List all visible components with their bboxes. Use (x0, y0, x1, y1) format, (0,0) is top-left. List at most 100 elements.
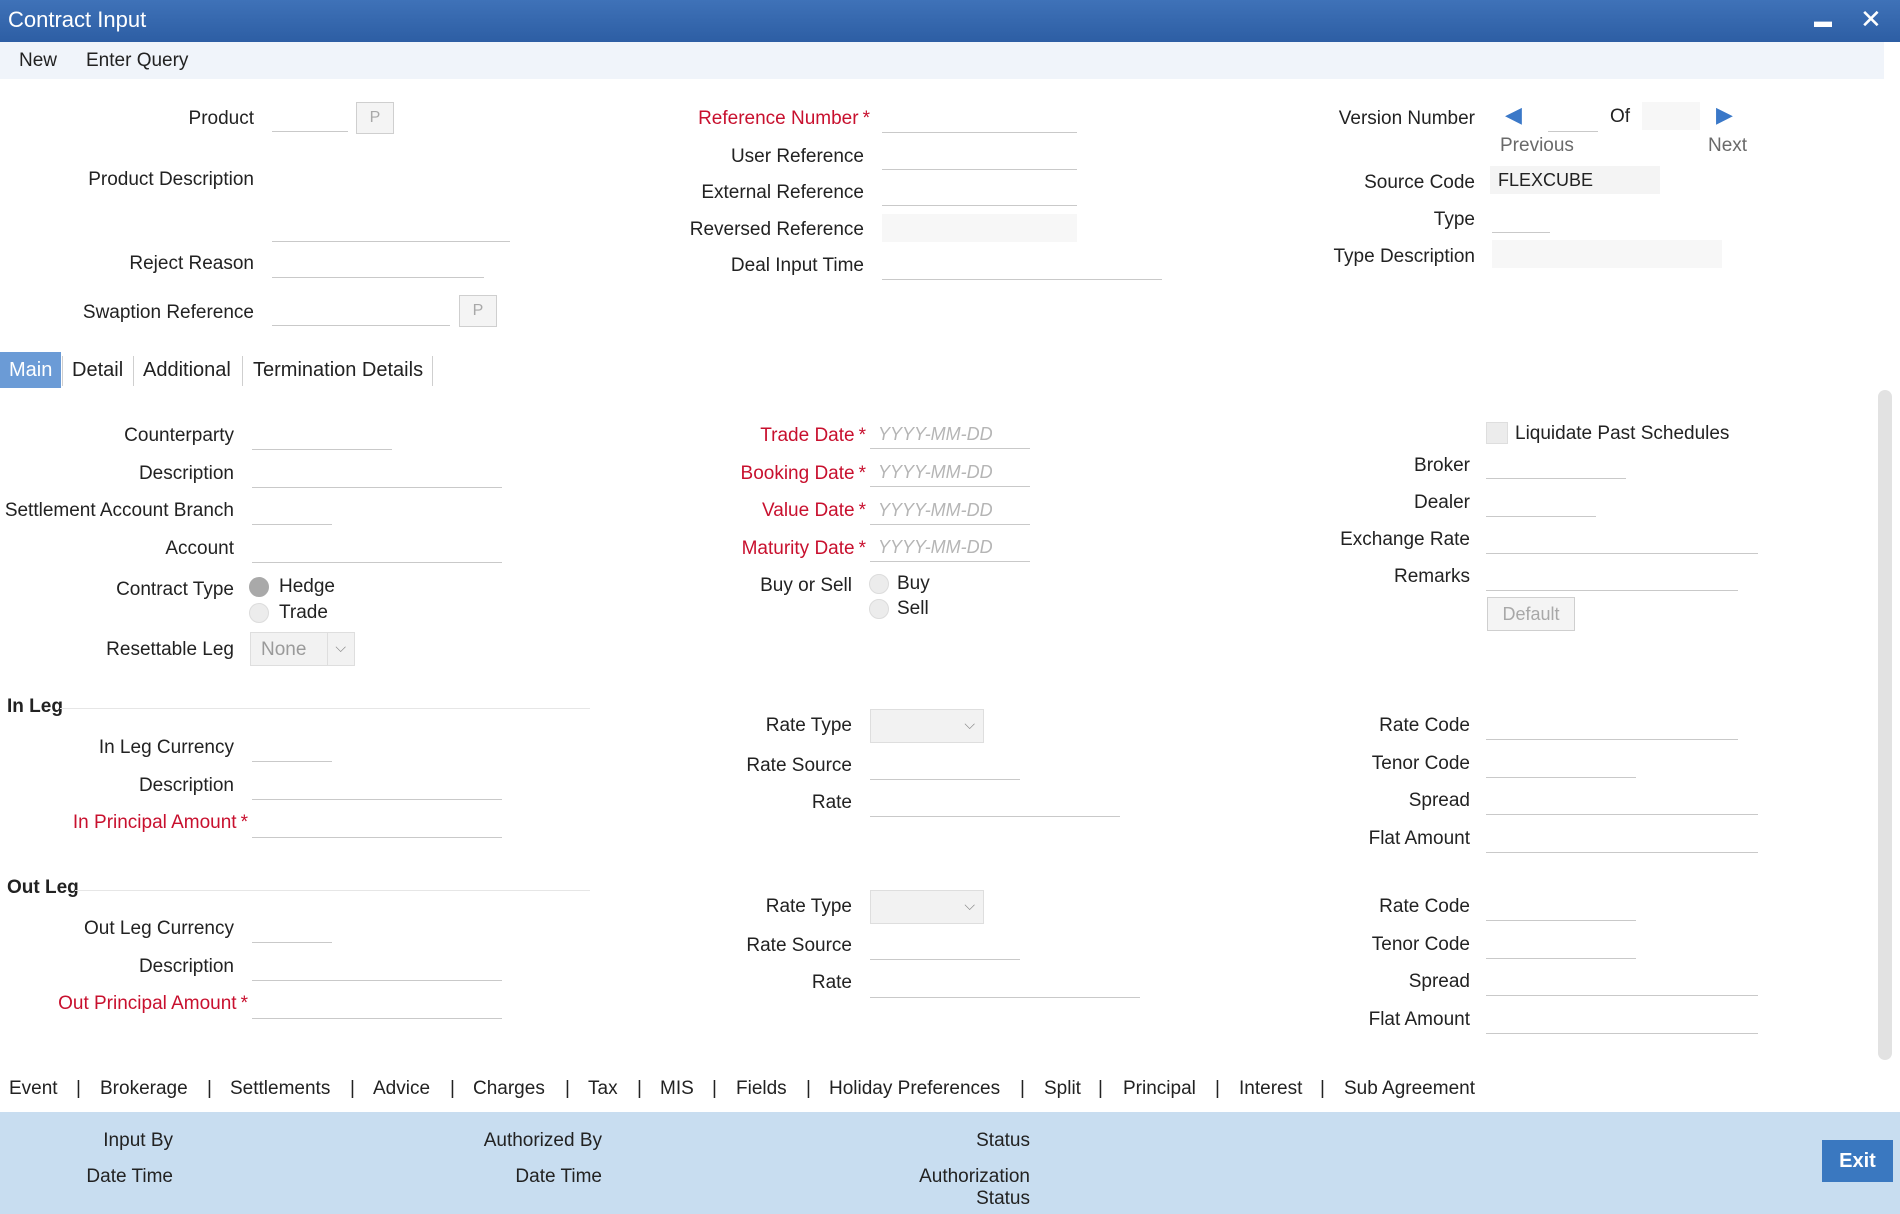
out-flat-amount-input[interactable] (1486, 1006, 1758, 1034)
out-leg-currency-input[interactable] (252, 915, 332, 943)
reject-reason-input[interactable] (272, 250, 484, 278)
remarks-input[interactable] (1486, 563, 1738, 591)
liquidate-past-schedules-checkbox[interactable] (1486, 422, 1508, 444)
booking-date-input[interactable] (870, 459, 1030, 487)
bottom-tab-tax[interactable]: Tax (588, 1078, 618, 1100)
sell-radio[interactable] (869, 599, 889, 619)
bottom-tab-split[interactable]: Split (1044, 1078, 1081, 1100)
type-label: Type (1433, 209, 1475, 230)
in-flat-amount-input[interactable] (1486, 825, 1758, 853)
in-rate-code-input[interactable] (1486, 712, 1738, 740)
settlement-account-branch-input[interactable] (252, 497, 332, 525)
in-rate-type-select[interactable]: ⌵ (870, 709, 984, 743)
in-tenor-code-input[interactable] (1486, 750, 1636, 778)
contract-type-label: Contract Type (116, 579, 234, 600)
out-spread-input[interactable] (1486, 968, 1758, 996)
bottom-tab-charges[interactable]: Charges (473, 1078, 545, 1100)
in-rate-source-input[interactable] (870, 752, 1020, 780)
bottom-tab-mis[interactable]: MIS (660, 1078, 694, 1100)
counterparty-input[interactable] (252, 422, 392, 450)
bottom-tab-holiday-preferences[interactable]: Holiday Preferences (829, 1078, 1000, 1100)
sell-radio-label: Sell (897, 598, 929, 619)
broker-input[interactable] (1486, 451, 1626, 479)
user-reference-input[interactable] (882, 142, 1077, 170)
product-description-input[interactable] (272, 214, 510, 242)
trade-date-input[interactable] (870, 421, 1030, 449)
out-rate-type-select[interactable]: ⌵ (870, 890, 984, 924)
bottom-tab-interest[interactable]: Interest (1239, 1078, 1302, 1100)
swaption-lov-button[interactable]: P (459, 295, 497, 327)
bottom-tab-brokerage[interactable]: Brokerage (100, 1078, 188, 1100)
reference-number-input[interactable] (882, 105, 1077, 133)
next-arrow-icon[interactable]: ▶ (1716, 102, 1733, 128)
out-rate-type-label: Rate Type (765, 896, 852, 917)
close-icon[interactable]: ✕ (1860, 4, 1882, 34)
bottom-tab-sub-agreement[interactable]: Sub Agreement (1344, 1078, 1475, 1100)
previous-label[interactable]: Previous (1500, 135, 1574, 157)
previous-arrow-icon[interactable]: ◀ (1505, 102, 1522, 128)
in-rate-input[interactable] (870, 789, 1120, 817)
exchange-rate-input[interactable] (1486, 526, 1758, 554)
out-rate-source-input[interactable] (870, 932, 1020, 960)
trade-radio[interactable] (249, 603, 269, 623)
hedge-radio[interactable] (249, 577, 269, 597)
input-date-time-label: Date Time (86, 1166, 173, 1187)
in-tenor-code-label: Tenor Code (1371, 753, 1470, 774)
source-code-input[interactable] (1490, 166, 1660, 194)
bottom-tab-settlements[interactable]: Settlements (230, 1078, 330, 1100)
deal-input-time-input[interactable] (882, 252, 1162, 280)
next-label[interactable]: Next (1708, 135, 1747, 157)
type-input[interactable] (1492, 205, 1550, 233)
external-reference-input[interactable] (882, 178, 1077, 206)
in-principal-amount-input[interactable] (252, 810, 502, 838)
source-code-label: Source Code (1364, 172, 1475, 193)
account-input[interactable] (252, 535, 502, 563)
bottom-tab-separator: | (806, 1078, 811, 1099)
buy-radio[interactable] (869, 574, 889, 594)
dealer-input[interactable] (1486, 489, 1596, 517)
out-spread-label: Spread (1408, 971, 1470, 992)
enter-query-menu-item[interactable]: Enter Query (86, 50, 188, 72)
version-number-input[interactable] (1548, 104, 1598, 132)
product-lov-button[interactable]: P (356, 102, 394, 134)
tab-termination-details[interactable]: Termination Details (244, 352, 432, 388)
in-leg-description-input[interactable] (252, 772, 502, 800)
menu-bar: New Enter Query (0, 42, 1900, 79)
in-spread-input[interactable] (1486, 787, 1758, 815)
bottom-tab-strip: Event | Brokerage | Settlements | Advice… (0, 1066, 1900, 1112)
out-tenor-code-input[interactable] (1486, 931, 1636, 959)
product-input[interactable] (272, 104, 348, 132)
in-rate-type-label: Rate Type (765, 715, 852, 736)
description-input[interactable] (252, 460, 502, 488)
resettable-leg-select[interactable]: None ⌵ (250, 632, 355, 666)
out-leg-description-label: Description (138, 956, 234, 977)
out-rate-input[interactable] (870, 970, 1140, 998)
default-button[interactable]: Default (1487, 597, 1575, 631)
bottom-tab-advice[interactable]: Advice (373, 1078, 430, 1100)
buy-or-sell-label: Buy or Sell (760, 575, 852, 596)
version-total-input[interactable] (1642, 102, 1700, 130)
reversed-reference-input[interactable] (882, 214, 1077, 242)
value-date-input[interactable] (870, 497, 1030, 525)
maturity-date-label: Maturity Date * (741, 538, 866, 559)
out-principal-amount-input[interactable] (252, 991, 502, 1019)
in-leg-currency-input[interactable] (252, 734, 332, 762)
bottom-tab-principal[interactable]: Principal (1123, 1078, 1196, 1100)
bottom-tab-fields[interactable]: Fields (736, 1078, 787, 1100)
exit-button[interactable]: Exit (1822, 1140, 1893, 1182)
reversed-reference-label: Reversed Reference (689, 219, 864, 240)
scrollbar-thumb[interactable] (1878, 390, 1892, 1060)
minimize-icon[interactable]: ▬ (1814, 6, 1832, 36)
out-rate-code-input[interactable] (1486, 893, 1636, 921)
tab-main[interactable]: Main (0, 352, 62, 388)
type-description-input[interactable] (1492, 240, 1722, 268)
bottom-tab-event[interactable]: Event (9, 1078, 58, 1100)
tab-additional[interactable]: Additional (134, 352, 240, 388)
swaption-reference-input[interactable] (272, 298, 450, 326)
new-menu-item[interactable]: New (19, 50, 57, 72)
tab-detail[interactable]: Detail (63, 352, 132, 388)
out-leg-description-input[interactable] (252, 953, 502, 981)
chevron-down-icon: ⌵ (964, 716, 975, 732)
out-flat-amount-label: Flat Amount (1368, 1009, 1470, 1030)
maturity-date-input[interactable] (870, 534, 1030, 562)
